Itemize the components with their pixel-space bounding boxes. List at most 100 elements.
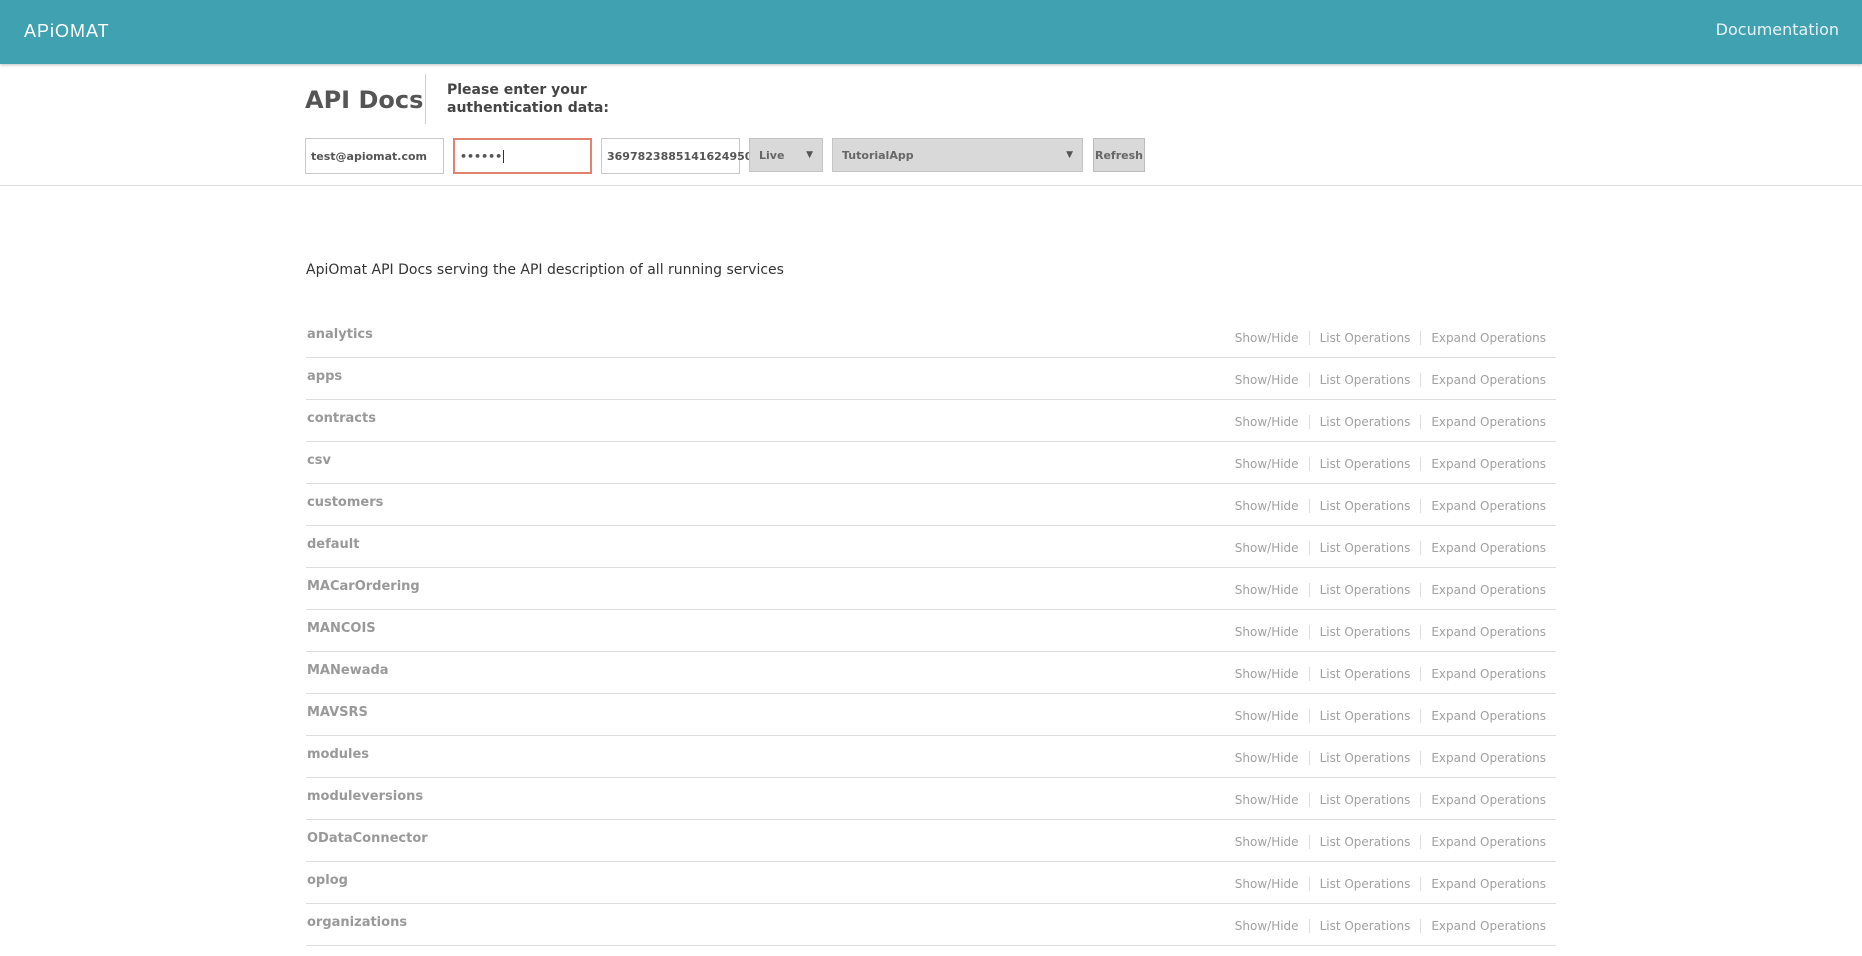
show-hide-link[interactable]: Show/Hide bbox=[1235, 457, 1309, 471]
expand-operations-link[interactable]: Expand Operations bbox=[1421, 709, 1546, 723]
show-hide-link[interactable]: Show/Hide bbox=[1235, 625, 1309, 639]
expand-operations-link[interactable]: Expand Operations bbox=[1421, 541, 1546, 555]
resource-operations: Show/Hide List Operations Expand Operation… bbox=[1235, 373, 1546, 387]
show-hide-link[interactable]: Show/Hide bbox=[1235, 709, 1309, 723]
list-operations-link[interactable]: List Operations bbox=[1310, 709, 1421, 723]
resource-name[interactable]: MAVSRS bbox=[307, 705, 368, 720]
documentation-link[interactable]: Documentation bbox=[1716, 20, 1839, 39]
show-hide-link[interactable]: Show/Hide bbox=[1235, 499, 1309, 513]
resource-name[interactable]: ODataConnector bbox=[307, 831, 428, 846]
list-operations-link[interactable]: List Operations bbox=[1310, 373, 1421, 387]
auth-header: API Docs Please enter your authenticatio… bbox=[0, 64, 1862, 186]
resource-operations: Show/Hide List Operations Expand Operation… bbox=[1235, 331, 1546, 345]
list-operations-link[interactable]: List Operations bbox=[1310, 499, 1421, 513]
resource-name[interactable]: MANCOIS bbox=[307, 621, 376, 636]
resource-name[interactable]: moduleversions bbox=[307, 789, 423, 804]
resource-list: analytics Show/Hide List Operations Expand … bbox=[306, 316, 1556, 946]
resource-row: moduleversions Show/Hide List Operations Ex… bbox=[306, 778, 1556, 820]
expand-operations-link[interactable]: Expand Operations bbox=[1421, 331, 1546, 345]
show-hide-link[interactable]: Show/Hide bbox=[1235, 583, 1309, 597]
list-operations-link[interactable]: List Operations bbox=[1310, 919, 1421, 933]
resource-row: analytics Show/Hide List Operations Expand … bbox=[306, 316, 1556, 358]
resource-row: oplog Show/Hide List Operations Expand Oper… bbox=[306, 862, 1556, 904]
show-hide-link[interactable]: Show/Hide bbox=[1235, 751, 1309, 765]
resource-name[interactable]: organizations bbox=[307, 915, 407, 930]
list-operations-link[interactable]: List Operations bbox=[1310, 877, 1421, 891]
expand-operations-link[interactable]: Expand Operations bbox=[1421, 793, 1546, 807]
resource-row: ODataConnector Show/Hide List Operations Ex… bbox=[306, 820, 1556, 862]
show-hide-link[interactable]: Show/Hide bbox=[1235, 541, 1309, 555]
expand-operations-link[interactable]: Expand Operations bbox=[1421, 919, 1546, 933]
resource-row: MANewada Show/Hide List Operations Expand O… bbox=[306, 652, 1556, 694]
expand-operations-link[interactable]: Expand Operations bbox=[1421, 457, 1546, 471]
resource-name[interactable]: csv bbox=[307, 453, 331, 468]
resource-row: csv Show/Hide List Operations Expand Operat… bbox=[306, 442, 1556, 484]
chevron-down-icon: ▼ bbox=[1066, 150, 1073, 160]
resource-operations: Show/Hide List Operations Expand Operation… bbox=[1235, 541, 1546, 555]
refresh-button[interactable]: Refresh bbox=[1093, 138, 1145, 172]
expand-operations-link[interactable]: Expand Operations bbox=[1421, 583, 1546, 597]
resource-operations: Show/Hide List Operations Expand Operation… bbox=[1235, 415, 1546, 429]
resource-row: apps Show/Hide List Operations Expand Opera… bbox=[306, 358, 1556, 400]
page-description: ApiOmat API Docs serving the API descrip… bbox=[306, 262, 784, 278]
show-hide-link[interactable]: Show/Hide bbox=[1235, 919, 1309, 933]
expand-operations-link[interactable]: Expand Operations bbox=[1421, 625, 1546, 639]
resource-name[interactable]: oplog bbox=[307, 873, 348, 888]
expand-operations-link[interactable]: Expand Operations bbox=[1421, 415, 1546, 429]
list-operations-link[interactable]: List Operations bbox=[1310, 541, 1421, 555]
api-key-value: 3697823885141624950 bbox=[607, 149, 753, 163]
list-operations-link[interactable]: List Operations bbox=[1310, 793, 1421, 807]
system-select[interactable]: Live ▼ bbox=[749, 138, 823, 172]
resource-name[interactable]: MANewada bbox=[307, 663, 389, 678]
show-hide-link[interactable]: Show/Hide bbox=[1235, 415, 1309, 429]
resource-name[interactable]: modules bbox=[307, 747, 369, 762]
password-field[interactable]: •••••• bbox=[453, 138, 592, 174]
resource-row: MAVSRS Show/Hide List Operations Expand Ope… bbox=[306, 694, 1556, 736]
resource-name[interactable]: analytics bbox=[307, 327, 373, 342]
resource-operations: Show/Hide List Operations Expand Operation… bbox=[1235, 835, 1546, 849]
list-operations-link[interactable]: List Operations bbox=[1310, 835, 1421, 849]
expand-operations-link[interactable]: Expand Operations bbox=[1421, 835, 1546, 849]
resource-row: contracts Show/Hide List Operations Expand … bbox=[306, 400, 1556, 442]
resource-name[interactable]: customers bbox=[307, 495, 383, 510]
list-operations-link[interactable]: List Operations bbox=[1310, 331, 1421, 345]
list-operations-link[interactable]: List Operations bbox=[1310, 625, 1421, 639]
resource-operations: Show/Hide List Operations Expand Operation… bbox=[1235, 667, 1546, 681]
password-value: •••••• bbox=[460, 149, 503, 163]
show-hide-link[interactable]: Show/Hide bbox=[1235, 667, 1309, 681]
expand-operations-link[interactable]: Expand Operations bbox=[1421, 499, 1546, 513]
show-hide-link[interactable]: Show/Hide bbox=[1235, 793, 1309, 807]
email-field[interactable]: test@apiomat.com bbox=[305, 138, 444, 174]
resource-name[interactable]: apps bbox=[307, 369, 342, 384]
page-title: API Docs bbox=[305, 86, 424, 114]
expand-operations-link[interactable]: Expand Operations bbox=[1421, 667, 1546, 681]
show-hide-link[interactable]: Show/Hide bbox=[1235, 331, 1309, 345]
expand-operations-link[interactable]: Expand Operations bbox=[1421, 373, 1546, 387]
resource-name[interactable]: MACarOrdering bbox=[307, 579, 420, 594]
top-navigation-bar: APiOMAT Documentation bbox=[0, 0, 1862, 64]
apiomat-logo[interactable]: APiOMAT bbox=[24, 19, 110, 43]
logo-text: APiOMAT bbox=[24, 20, 110, 41]
expand-operations-link[interactable]: Expand Operations bbox=[1421, 877, 1546, 891]
resource-name[interactable]: default bbox=[307, 537, 359, 552]
show-hide-link[interactable]: Show/Hide bbox=[1235, 877, 1309, 891]
email-value: test@apiomat.com bbox=[311, 149, 428, 163]
list-operations-link[interactable]: List Operations bbox=[1310, 667, 1421, 681]
resource-row: modules Show/Hide List Operations Expand Op… bbox=[306, 736, 1556, 778]
title-divider bbox=[425, 74, 426, 124]
list-operations-link[interactable]: List Operations bbox=[1310, 415, 1421, 429]
resource-operations: Show/Hide List Operations Expand Operation… bbox=[1235, 751, 1546, 765]
show-hide-link[interactable]: Show/Hide bbox=[1235, 373, 1309, 387]
list-operations-link[interactable]: List Operations bbox=[1310, 583, 1421, 597]
list-operations-link[interactable]: List Operations bbox=[1310, 751, 1421, 765]
show-hide-link[interactable]: Show/Hide bbox=[1235, 835, 1309, 849]
resource-operations: Show/Hide List Operations Expand Operation… bbox=[1235, 583, 1546, 597]
text-caret bbox=[503, 149, 505, 163]
system-selected-value: Live bbox=[759, 148, 785, 162]
list-operations-link[interactable]: List Operations bbox=[1310, 457, 1421, 471]
resource-name[interactable]: contracts bbox=[307, 411, 376, 426]
api-key-field[interactable]: 3697823885141624950 bbox=[601, 138, 752, 174]
app-select[interactable]: TutorialApp ▼ bbox=[832, 138, 1083, 172]
expand-operations-link[interactable]: Expand Operations bbox=[1421, 751, 1546, 765]
app-selected-value: TutorialApp bbox=[842, 148, 914, 162]
